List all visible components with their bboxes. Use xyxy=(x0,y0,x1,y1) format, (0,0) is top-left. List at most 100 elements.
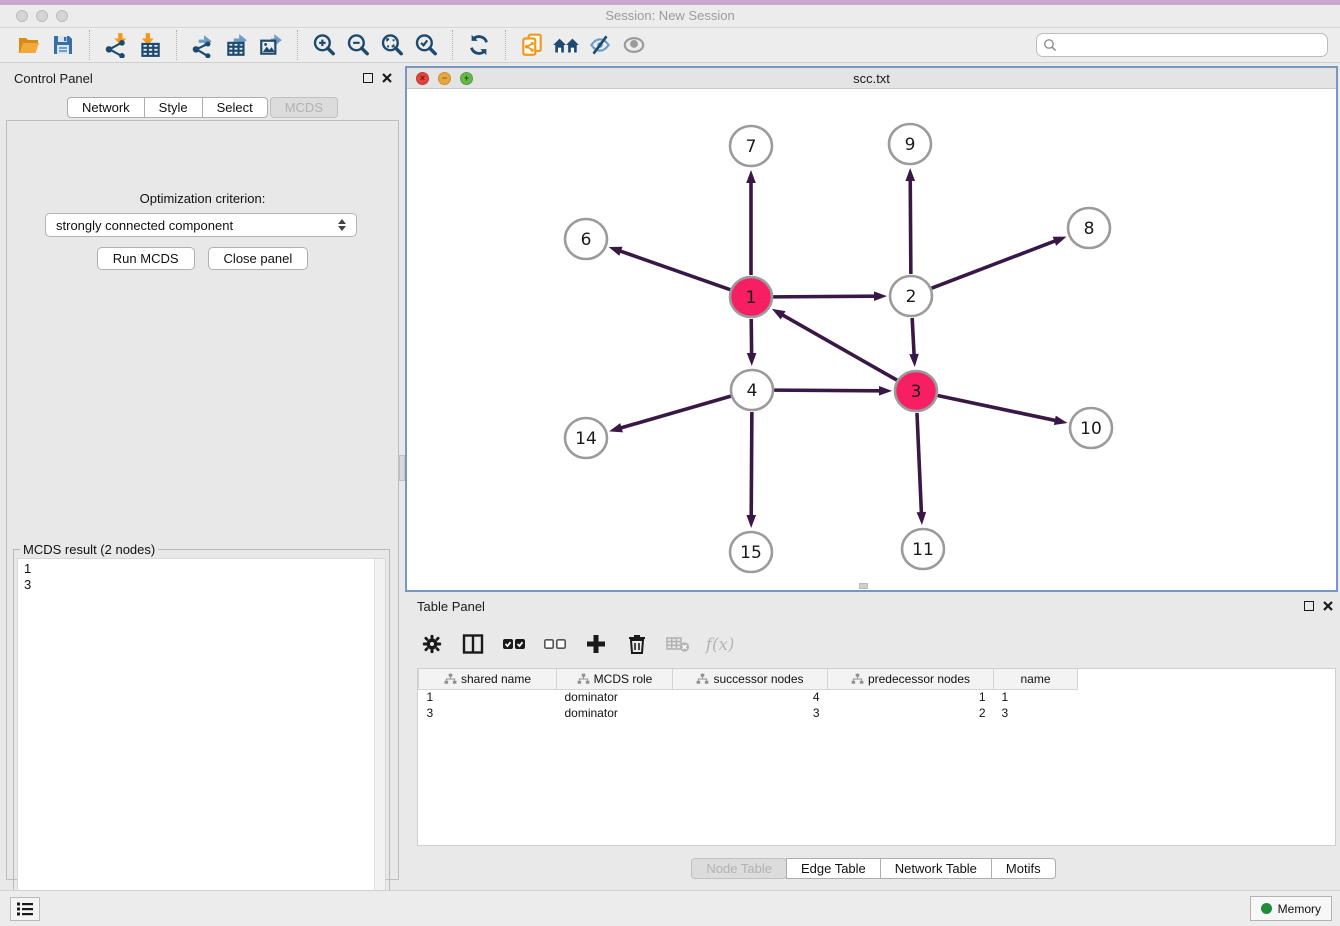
hide-graphics-details-icon[interactable] xyxy=(583,30,617,60)
column-header-successor-nodes[interactable]: successor nodes xyxy=(673,669,828,689)
toggle-column-panel-icon[interactable] xyxy=(458,629,488,659)
graph-edge-1-6[interactable] xyxy=(620,251,730,290)
tab-node-table[interactable]: Node Table xyxy=(691,858,787,879)
search-input[interactable] xyxy=(1036,33,1328,57)
optimization-criterion-select[interactable]: strongly connected component xyxy=(45,213,357,237)
refresh-view-icon[interactable] xyxy=(462,30,496,60)
toolbar-separator xyxy=(297,30,298,60)
float-panel-icon[interactable] xyxy=(363,73,373,83)
table-row[interactable]: 3dominator323 xyxy=(419,705,1078,721)
graph-node-label: 2 xyxy=(906,287,917,307)
dropdown-stepper-icon xyxy=(338,219,346,231)
shared-column-icon xyxy=(444,673,457,685)
table-row[interactable]: 1dominator411 xyxy=(419,689,1078,705)
fit-content-icon[interactable] xyxy=(375,30,409,60)
memory-button[interactable]: Memory xyxy=(1250,896,1332,921)
mcds-result-area[interactable]: 1 3 xyxy=(17,558,386,922)
tab-network-table[interactable]: Network Table xyxy=(880,858,992,879)
toolbar-separator xyxy=(89,30,90,60)
graph-edge-4-14[interactable] xyxy=(621,396,731,428)
control-panel-tabs: NetworkStyleSelectMCDS xyxy=(6,97,399,118)
node-table[interactable]: shared name MCDS role successor nodesprede… xyxy=(417,668,1336,846)
first-neighbors-icon[interactable] xyxy=(549,30,583,60)
table-cell[interactable]: 2 xyxy=(828,705,994,721)
clone-network-icon[interactable] xyxy=(515,30,549,60)
close-panel-button[interactable]: Close panel xyxy=(208,247,309,270)
import-network-icon[interactable] xyxy=(99,30,133,60)
show-graphics-details-icon[interactable] xyxy=(617,30,651,60)
graph-edge-1-2[interactable] xyxy=(773,296,875,297)
graph-edge-2-8[interactable] xyxy=(932,241,1056,288)
delete-table-icon[interactable] xyxy=(663,629,693,659)
create-column-icon[interactable] xyxy=(581,629,611,659)
table-cell[interactable]: 1 xyxy=(419,689,557,705)
column-header-predecessor-nodes[interactable]: predecessor nodes xyxy=(828,669,994,689)
zoom-selected-icon[interactable] xyxy=(409,30,443,60)
table-cell[interactable]: 1 xyxy=(994,689,1078,705)
column-header-shared-name[interactable]: shared name xyxy=(419,669,557,689)
network-window-titlebar[interactable]: × − + scc.txt xyxy=(407,68,1336,89)
window-title: Session: New Session xyxy=(0,8,1340,23)
graph-edge-4-3[interactable] xyxy=(774,390,880,391)
table-panel: Table Panel xyxy=(405,594,1340,890)
search-icon xyxy=(1043,38,1057,57)
import-table-icon[interactable] xyxy=(133,30,167,60)
tab-select[interactable]: Select xyxy=(202,97,268,118)
table-cell[interactable]: 3 xyxy=(419,705,557,721)
export-table-icon[interactable] xyxy=(220,30,254,60)
graph-edge-2-3[interactable] xyxy=(912,318,914,355)
table-cell[interactable]: dominator xyxy=(557,705,673,721)
deselect-all-icon[interactable] xyxy=(540,629,570,659)
zoom-in-icon[interactable] xyxy=(307,30,341,60)
mcds-result-groupbox: MCDS result (2 nodes) 1 3 xyxy=(13,549,390,926)
search-field[interactable] xyxy=(1036,33,1328,57)
column-header-MCDS-role[interactable]: MCDS role xyxy=(557,669,673,689)
export-network-icon[interactable] xyxy=(186,30,220,60)
column-settings-icon[interactable] xyxy=(417,629,447,659)
canvas-hscroll-handle[interactable] xyxy=(859,583,868,589)
graph-edge-2-9[interactable] xyxy=(910,180,911,274)
tab-network[interactable]: Network xyxy=(67,97,145,118)
delete-columns-icon[interactable] xyxy=(622,629,652,659)
tab-style[interactable]: Style xyxy=(144,97,203,118)
graph-edge-3-1[interactable] xyxy=(782,315,897,380)
memory-label: Memory xyxy=(1278,902,1321,916)
select-all-icon[interactable] xyxy=(499,629,529,659)
tab-edge-table[interactable]: Edge Table xyxy=(786,858,881,879)
table-cell[interactable]: 1 xyxy=(828,689,994,705)
graph-edge-arrowhead xyxy=(609,423,623,432)
graph-edge-3-11[interactable] xyxy=(917,413,921,513)
open-file-icon[interactable] xyxy=(12,30,46,60)
table-cell[interactable]: 3 xyxy=(994,705,1078,721)
function-builder-icon[interactable]: f(x) xyxy=(704,629,734,659)
tab-motifs[interactable]: Motifs xyxy=(991,858,1056,879)
run-mcds-button[interactable]: Run MCDS xyxy=(97,247,195,270)
table-cell[interactable]: 4 xyxy=(673,689,828,705)
graph-node-label: 11 xyxy=(912,540,934,560)
column-header-name[interactable]: name xyxy=(994,669,1078,689)
table-cell[interactable]: dominator xyxy=(557,689,673,705)
float-table-panel-icon[interactable] xyxy=(1304,601,1314,611)
graph-edge-arrowhead xyxy=(905,168,915,181)
task-history-button[interactable] xyxy=(10,897,40,921)
close-panel-icon[interactable] xyxy=(381,72,393,84)
graph-edge-4-15[interactable] xyxy=(751,412,752,516)
close-table-panel-icon[interactable] xyxy=(1322,600,1334,612)
column-header-label: MCDS role xyxy=(594,672,653,686)
graph-edge-3-10[interactable] xyxy=(938,396,1056,421)
graph-node-label: 6 xyxy=(581,230,592,250)
graph-edge-arrowhead xyxy=(747,353,757,366)
table-cell[interactable]: 3 xyxy=(673,705,828,721)
result-scrollbar[interactable] xyxy=(374,559,385,921)
tab-mcds[interactable]: MCDS xyxy=(270,97,338,118)
network-canvas[interactable]: 7968124314101511 xyxy=(407,89,1336,590)
graph-node-label: 14 xyxy=(575,429,597,449)
save-session-icon[interactable] xyxy=(46,30,80,60)
export-image-icon[interactable] xyxy=(254,30,288,60)
graph-node-label: 4 xyxy=(747,381,758,401)
toolbar-separator xyxy=(176,30,177,60)
graph-node-label: 1 xyxy=(746,288,757,308)
zoom-out-icon[interactable] xyxy=(341,30,375,60)
status-bar: Memory xyxy=(0,890,1340,926)
shared-column-icon xyxy=(851,673,864,685)
